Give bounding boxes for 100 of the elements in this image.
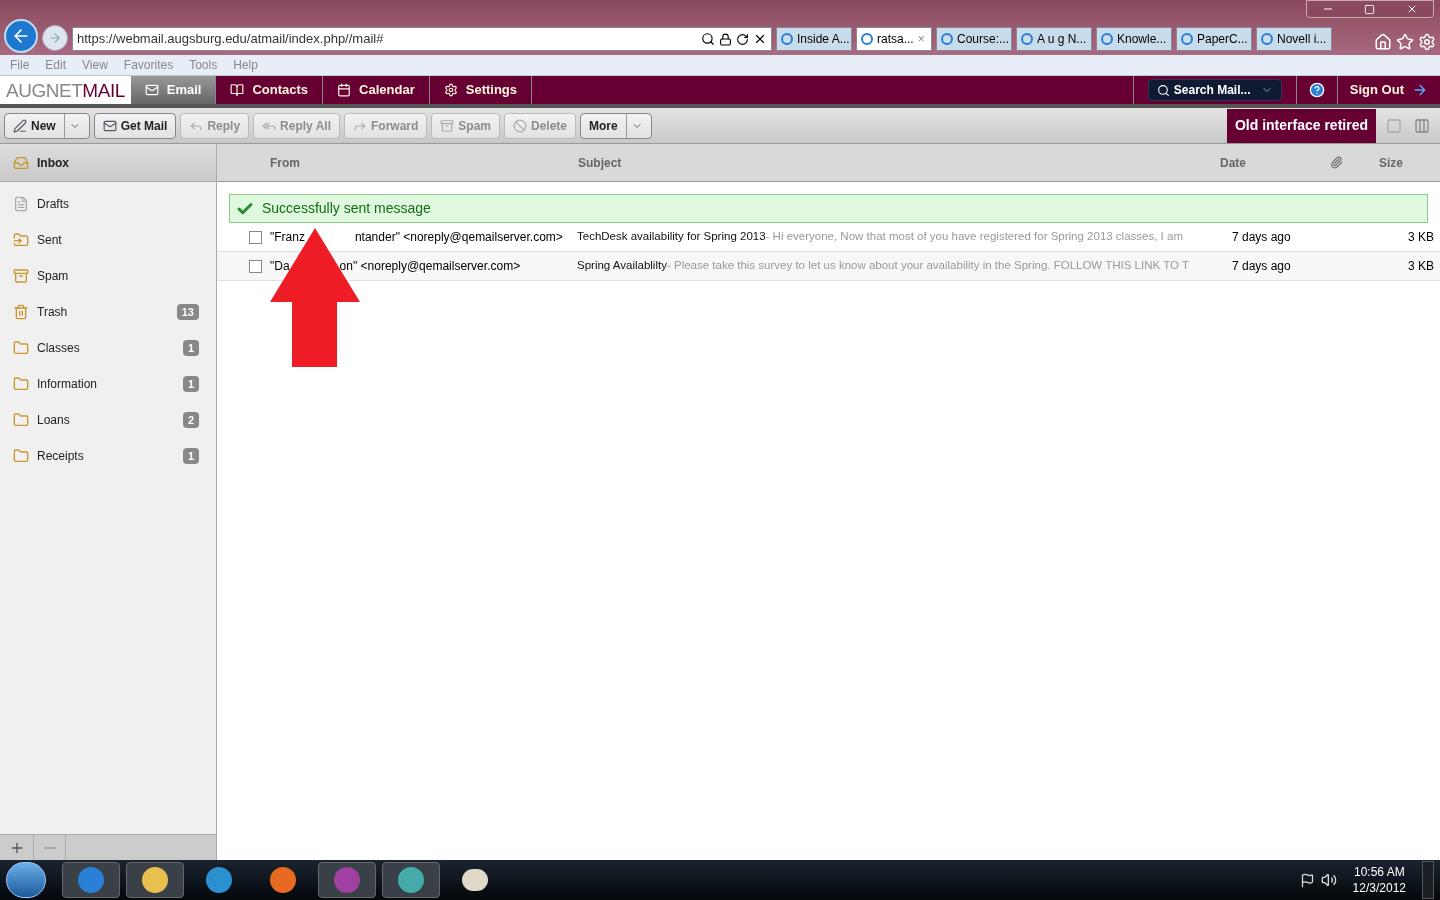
folder-item[interactable]: Trash 13 (0, 294, 216, 330)
sender-text: "Da (270, 258, 290, 275)
refresh-icon[interactable] (736, 32, 749, 46)
tab-label: Novell i... (1277, 31, 1327, 48)
browser-tab[interactable]: Knowle... (1096, 27, 1172, 51)
unread-count: 1 (182, 376, 199, 392)
folder-icon (13, 376, 29, 392)
restore-icon[interactable] (1364, 3, 1376, 15)
size-text: 3 KB (1408, 229, 1434, 246)
folder-item[interactable]: Receipts 1 (0, 438, 216, 474)
box-icon (13, 268, 29, 284)
tab-label: A u g N... (1037, 31, 1087, 48)
envelope-icon (144, 83, 159, 97)
tab-label: Inside A... (797, 31, 850, 48)
tab-label: ratsa... (877, 31, 914, 48)
help-icon[interactable] (1308, 82, 1325, 98)
search-icon[interactable] (701, 32, 715, 46)
browser-tab[interactable]: Inside A... (776, 27, 852, 51)
start-button[interactable] (6, 862, 46, 898)
folder-item[interactable]: Spam (0, 258, 216, 294)
unread-count: 1 (182, 448, 199, 464)
sender-text: "Franz (270, 229, 305, 246)
sender-text: ntander" <noreply@qemailserver.com> (354, 229, 563, 246)
envelope-icon (102, 118, 117, 133)
taskbar-app-icon[interactable] (126, 862, 184, 898)
column-header[interactable]: Size (1379, 153, 1403, 172)
folder-icon (13, 340, 29, 356)
size-text: 3 KB (1408, 258, 1434, 275)
unread-count: 1 (182, 340, 199, 356)
taskbar-app-icon[interactable] (62, 862, 120, 898)
tab-label: PaperC... (1197, 31, 1248, 48)
folder-item[interactable]: Loans 2 (0, 402, 216, 438)
folder-item[interactable]: Sent (0, 222, 216, 258)
unread-count: 2 (182, 412, 199, 428)
home-icon[interactable] (1374, 33, 1392, 51)
date-text: 7 days ago (1232, 229, 1292, 246)
message-row[interactable]: "Da on" <noreply@qemailserver.com> Spring Availablilty- Please take this survey to let us know about your availability in the Spring. FOLLOW THIS LINK TO T 7 days ago 3 KB (217, 252, 1440, 281)
folder-icon (13, 232, 29, 248)
sender-text: on" <noreply@qemailserver.com> (339, 258, 521, 275)
dropdown-caret[interactable] (63, 113, 81, 138)
forward-button[interactable] (42, 25, 68, 51)
pencil-icon (13, 118, 27, 133)
back-button[interactable] (4, 19, 38, 53)
volume-icon[interactable] (1320, 872, 1337, 888)
clock[interactable]: 10:56 AM 12/3/2012 (1342, 864, 1416, 896)
toolbar-button[interactable]: Get Mail (93, 112, 177, 139)
browser-tab[interactable]: PaperC... (1176, 27, 1252, 51)
star-icon[interactable] (1396, 33, 1414, 51)
date-text: 7 days ago (1232, 258, 1292, 275)
trash-icon (13, 304, 29, 320)
arrow-icon (1412, 82, 1428, 98)
nav-tab[interactable]: Email (130, 76, 217, 104)
forward-arrow-icon (48, 31, 62, 45)
subject-text: TechDesk availability for Spring 2013 (577, 229, 766, 245)
lock-icon (719, 32, 732, 46)
folder-item[interactable]: Information 1 (0, 366, 216, 402)
folder-icon (13, 448, 29, 464)
address-text: https://webmail.augsburg.edu/atmail/index.php//mail# (77, 30, 385, 49)
browser-tab[interactable]: Novell i... (1256, 27, 1332, 51)
folder-item[interactable]: Drafts (0, 186, 216, 222)
column-header[interactable]: Subject (578, 153, 1220, 172)
book-icon (230, 83, 245, 97)
notice-banner: Old interface retired (1226, 108, 1376, 143)
toolbar-button[interactable]: New (4, 112, 90, 139)
prohibited-icon (513, 118, 527, 133)
close-icon[interactable] (753, 32, 767, 46)
unread-count: 13 (176, 304, 199, 320)
attachment-icon (1330, 156, 1343, 169)
browser-tab[interactable]: Course:... (936, 27, 1012, 51)
toolbar-button[interactable]: More (580, 112, 652, 139)
sign-out-button[interactable]: Sign Out (1336, 76, 1440, 104)
tab-label: Course:... (957, 31, 1010, 48)
inbox-icon (13, 154, 29, 171)
checkbox[interactable] (249, 259, 262, 273)
search-field[interactable]: Search Mail... (1147, 79, 1282, 101)
taskbar-app-icon[interactable] (382, 862, 440, 898)
folder-item[interactable]: Classes 1 (0, 330, 216, 366)
checkbox[interactable] (249, 230, 262, 244)
settings-icon (443, 83, 458, 97)
tab-label: Knowle... (1117, 31, 1167, 48)
success-message: Successfully sent message (262, 199, 431, 218)
nav-tab[interactable]: Calendar (323, 76, 430, 104)
browser-tab[interactable]: ratsa... × (856, 27, 932, 51)
subject-text: Spring Availablilty (577, 258, 667, 274)
preview-text: - Hi everyone, Now that most of you have registered for Spring 2013 classes, I am (765, 229, 1183, 245)
preview-text: - Please take this survey to let us know about your availability in the Spring. FOLLOW THIS LINK TO T (666, 258, 1189, 274)
nav-tab[interactable]: Contacts (216, 76, 324, 104)
flag-icon[interactable] (1299, 872, 1315, 888)
address-bar[interactable]: https://webmail.augsburg.edu/atmail/index.php//mail# (72, 27, 772, 51)
dropdown-caret[interactable] (625, 113, 643, 138)
column-header[interactable]: Date (1220, 153, 1330, 172)
nav-tab[interactable]: Settings (429, 76, 533, 104)
column-header[interactable]: From (270, 153, 578, 172)
calendar-icon (337, 83, 352, 97)
box-icon (440, 118, 455, 133)
browser-tab[interactable]: A u g N... (1016, 27, 1092, 51)
tab-close[interactable]: × (917, 30, 925, 48)
settings-icon[interactable] (1418, 33, 1436, 51)
search-icon (1156, 83, 1170, 97)
folder-item[interactable]: Inbox (0, 144, 216, 182)
